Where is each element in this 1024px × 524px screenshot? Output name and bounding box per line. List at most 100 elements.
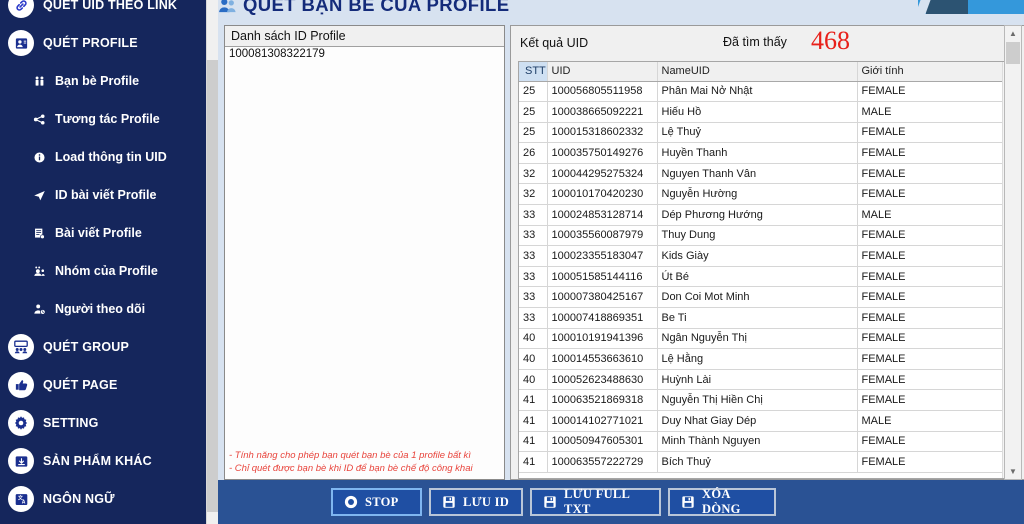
cell-uid: 100056805511958 <box>547 81 658 103</box>
scroll-up-arrow[interactable]: ▲ <box>1005 26 1021 41</box>
save-id-button[interactable]: LƯU ID <box>429 488 523 516</box>
cell-gender: FEMALE <box>857 225 1003 247</box>
table-row[interactable]: 25 100038665092221 Hiếu Hồ MALE <box>519 101 1003 123</box>
cell-stt: 40 <box>519 348 548 370</box>
cell-stt: 40 <box>519 328 548 350</box>
cell-gender: FEMALE <box>857 245 1003 267</box>
cell-gender: MALE <box>857 204 1003 226</box>
sidebar-item-quet-profile[interactable]: QUÉT PROFILE <box>0 24 206 62</box>
cell-stt: 41 <box>519 389 548 411</box>
sidebar-item-quet-page[interactable]: QUÉT PAGE <box>0 366 206 404</box>
delete-row-button-label: XÓA DÒNG <box>702 487 741 516</box>
result-grid[interactable]: STT UID NameUID Giới tính 25 100056805511… <box>518 61 1018 479</box>
sidebar-item-ban-be-profile[interactable]: Bạn bè Profile <box>0 62 206 100</box>
table-row[interactable]: 32 100044295275324 Nguyen Thanh Vân FEMALE <box>519 163 1003 185</box>
column-header-nameuid[interactable]: NameUID <box>657 62 858 82</box>
cell-name: Huyền Thanh <box>657 142 858 164</box>
cell-gender: FEMALE <box>857 163 1003 185</box>
cell-uid: 100050947605301 <box>547 431 658 453</box>
table-row[interactable]: 41 100063521869318 Nguyễn Thị Hiền Chị FEMA… <box>519 389 1003 411</box>
cell-stt: 25 <box>519 122 548 144</box>
sidebar-item-quet-group[interactable]: QUÉT GROUP <box>0 328 206 366</box>
cell-uid: 100010170420230 <box>547 183 658 206</box>
table-row[interactable]: 25 100015318602332 Lệ Thuỷ FEMALE <box>519 122 1003 144</box>
sidebar-scrollbar[interactable] <box>206 0 219 524</box>
cell-uid: 100010191941396 <box>547 328 658 350</box>
sidebar-item-nguoi-theo-doi[interactable]: Người theo dõi <box>0 290 206 328</box>
profile-id-value: 100081308322179 <box>229 48 325 60</box>
sidebar-item-san-pham-khac[interactable]: SẢN PHẨM KHÁC <box>0 442 206 480</box>
table-row[interactable]: 33 100035560087979 Thuy Dung FEMALE <box>519 225 1003 247</box>
table-row[interactable]: 25 100056805511958 Phân Mai Nở Nhật FEMALE <box>519 81 1003 103</box>
table-row[interactable]: 41 100050947605301 Minh Thành Nguyen FEMALE <box>519 431 1003 453</box>
result-table: STT UID NameUID Giới tính 25 100056805511… <box>519 62 1003 473</box>
sidebar-item-quet-uid-theo-link[interactable]: QUÉT UID THEO LINK <box>0 0 206 24</box>
sidebar-item-label: SẢN PHẨM KHÁC <box>43 453 152 468</box>
column-header-stt[interactable]: STT <box>519 62 548 82</box>
cell-gender: FEMALE <box>857 266 1003 288</box>
group-scan-icon <box>8 334 34 360</box>
table-row[interactable]: 33 100024853128714 Dép Phương Hướng MALE <box>519 204 1003 226</box>
result-panel-scrollbar[interactable]: ▲ ▼ <box>1004 25 1022 480</box>
profile-id-list-panel: Danh sách ID Profile 100081308322179 - T… <box>224 25 505 480</box>
table-header-row: STT UID NameUID Giới tính <box>519 62 1003 82</box>
table-row[interactable]: 41 100014102771021 Duy Nhat Giay Dép MALE <box>519 410 1003 432</box>
cell-stt: 32 <box>519 183 548 206</box>
cell-gender: MALE <box>857 410 1003 432</box>
column-header-gioitinh[interactable]: Giới tính <box>857 62 1003 82</box>
table-row[interactable]: 33 100007380425167 Don Coi Mot Minh FEMALE <box>519 286 1003 309</box>
sidebar-item-label: Bạn bè Profile <box>55 73 140 88</box>
result-panel-scrollbar-thumb[interactable] <box>1006 42 1020 64</box>
table-row[interactable]: 40 100052623488630 Huỳnh Lài FEMALE <box>519 369 1003 391</box>
sidebar-item-label: NGÔN NGỮ <box>43 491 115 506</box>
interaction-icon <box>30 113 48 126</box>
cell-stt: 33 <box>519 286 548 309</box>
table-row[interactable]: 41 100063557222729 Bích Thuỷ FEMALE <box>519 451 1003 473</box>
cell-gender: FEMALE <box>857 286 1003 309</box>
cell-stt: 33 <box>519 266 548 288</box>
sidebar-item-ngon-ngu[interactable]: 文 A NGÔN NGỮ <box>0 480 206 518</box>
cell-name: Út Bé <box>657 266 858 288</box>
action-bar: STOP LƯU ID LƯU FULL TXT XÓA DÒNG <box>218 480 1024 524</box>
scroll-down-arrow[interactable]: ▼ <box>1005 464 1021 479</box>
note-line-1: - Tính năng cho phép bạn quét bạn bè của… <box>229 450 471 461</box>
table-row[interactable]: 33 100007418869351 Be Ti FEMALE <box>519 307 1003 329</box>
sidebar-item-setting[interactable]: SETTING <box>0 404 206 442</box>
table-row[interactable]: 40 100010191941396 Ngân Nguyễn Thị FEMALE <box>519 328 1003 350</box>
sidebar-item-nhom-cua-profile[interactable]: Nhóm của Profile <box>0 252 206 290</box>
stop-button[interactable]: STOP <box>331 488 422 516</box>
sidebar-item-tuong-tac-profile[interactable]: Tương tác Profile <box>0 100 206 138</box>
table-row[interactable]: 40 100014553663610 Lệ Hằng FEMALE <box>519 348 1003 370</box>
cell-uid: 100038665092221 <box>547 101 658 123</box>
sidebar-item-label: SETTING <box>43 415 99 430</box>
cell-uid: 100051585144116 <box>547 266 658 288</box>
delete-row-button[interactable]: XÓA DÒNG <box>668 487 776 516</box>
save-full-txt-button[interactable]: LƯU FULL TXT <box>530 487 661 516</box>
cell-stt: 33 <box>519 245 548 267</box>
download-box-icon <box>8 448 34 474</box>
cell-stt: 41 <box>519 451 548 473</box>
info-notes: - Tính năng cho phép bạn quét bạn bè của… <box>229 449 473 475</box>
column-header-uid[interactable]: UID <box>547 62 658 82</box>
table-row[interactable]: 26 100035750149276 Huyền Thanh FEMALE <box>519 142 1003 164</box>
cell-name: Dép Phương Hướng <box>657 204 858 226</box>
people-icon <box>218 0 237 15</box>
cell-name: Be Ti <box>657 307 858 329</box>
profile-id-list-header: Danh sách ID Profile <box>225 26 504 47</box>
cell-name: Don Coi Mot Minh <box>657 286 858 309</box>
sidebar-item-label: Nhóm của Profile <box>55 263 158 278</box>
cell-stt: 41 <box>519 431 548 453</box>
cell-gender: FEMALE <box>857 81 1003 103</box>
sidebar-item-load-thong-tin-uid[interactable]: Load thông tin UID <box>0 138 206 176</box>
sidebar-item-bai-viet-profile[interactable]: Bài viết Profile <box>0 214 206 252</box>
table-row[interactable]: 32 100010170420230 Nguyễn Hường FEMALE <box>519 183 1003 206</box>
table-row[interactable]: 33 100023355183047 Kids Giày FEMALE <box>519 245 1003 267</box>
application-window: QUÉT UID THEO LINK QUÉT PROFILE Bạn bè P… <box>0 0 1024 524</box>
cell-name: Thuy Dung <box>657 225 858 247</box>
result-header-label: Kết quả UID <box>520 35 589 50</box>
profile-id-textarea[interactable]: 100081308322179 <box>225 47 504 437</box>
save-icon <box>543 495 557 509</box>
table-row[interactable]: 33 100051585144116 Út Bé FEMALE <box>519 266 1003 288</box>
cell-uid: 100015318602332 <box>547 122 658 144</box>
sidebar-item-id-bai-viet-profile[interactable]: ID bài viết Profile <box>0 176 206 214</box>
